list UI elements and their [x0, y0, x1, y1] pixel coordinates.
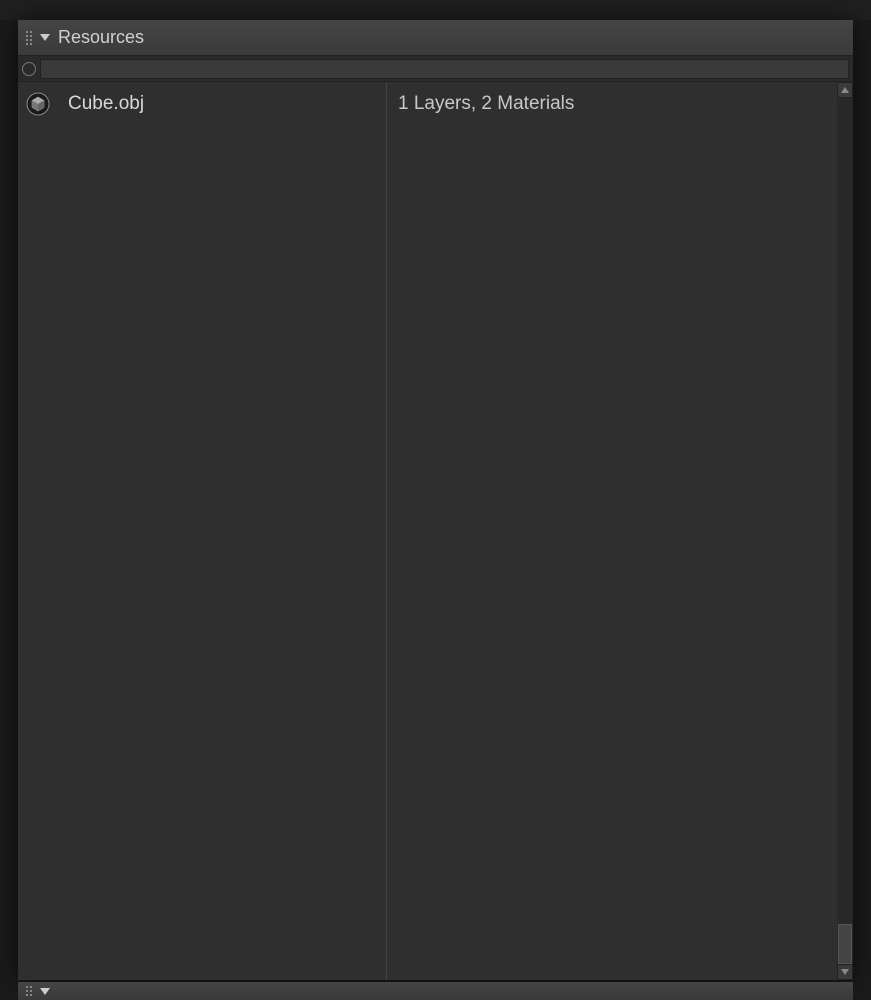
scroll-thumb[interactable]	[838, 924, 852, 964]
search-input[interactable]	[40, 59, 849, 79]
search-row	[18, 56, 853, 82]
content-area: Cube.obj 1 Layers, 2 Materials	[18, 82, 853, 980]
scrollbar[interactable]	[837, 82, 853, 980]
scroll-down-button[interactable]	[837, 964, 853, 980]
collapse-arrow-icon[interactable]	[40, 988, 50, 995]
scroll-up-button[interactable]	[837, 82, 853, 98]
item-name-cell: Cube.obj	[18, 82, 386, 126]
drag-handle-icon[interactable]	[24, 986, 34, 996]
column-divider[interactable]	[386, 82, 387, 980]
item-info-cell: 1 Layers, 2 Materials	[386, 82, 837, 126]
sub-panel-header[interactable]	[18, 982, 853, 1000]
list-item[interactable]: Cube.obj 1 Layers, 2 Materials	[18, 82, 837, 126]
list-container: Cube.obj 1 Layers, 2 Materials	[18, 82, 837, 980]
filter-icon[interactable]	[22, 62, 36, 76]
drag-handle-icon[interactable]	[24, 31, 34, 45]
item-name-label: Cube.obj	[68, 93, 144, 115]
cube-icon	[26, 92, 50, 116]
resources-panel: Resources Cube.	[18, 20, 853, 980]
collapse-arrow-icon[interactable]	[40, 34, 50, 41]
item-info-label: 1 Layers, 2 Materials	[398, 93, 574, 115]
panel-header[interactable]: Resources	[18, 20, 853, 56]
panel-title: Resources	[58, 27, 144, 48]
scroll-track[interactable]	[837, 98, 853, 964]
